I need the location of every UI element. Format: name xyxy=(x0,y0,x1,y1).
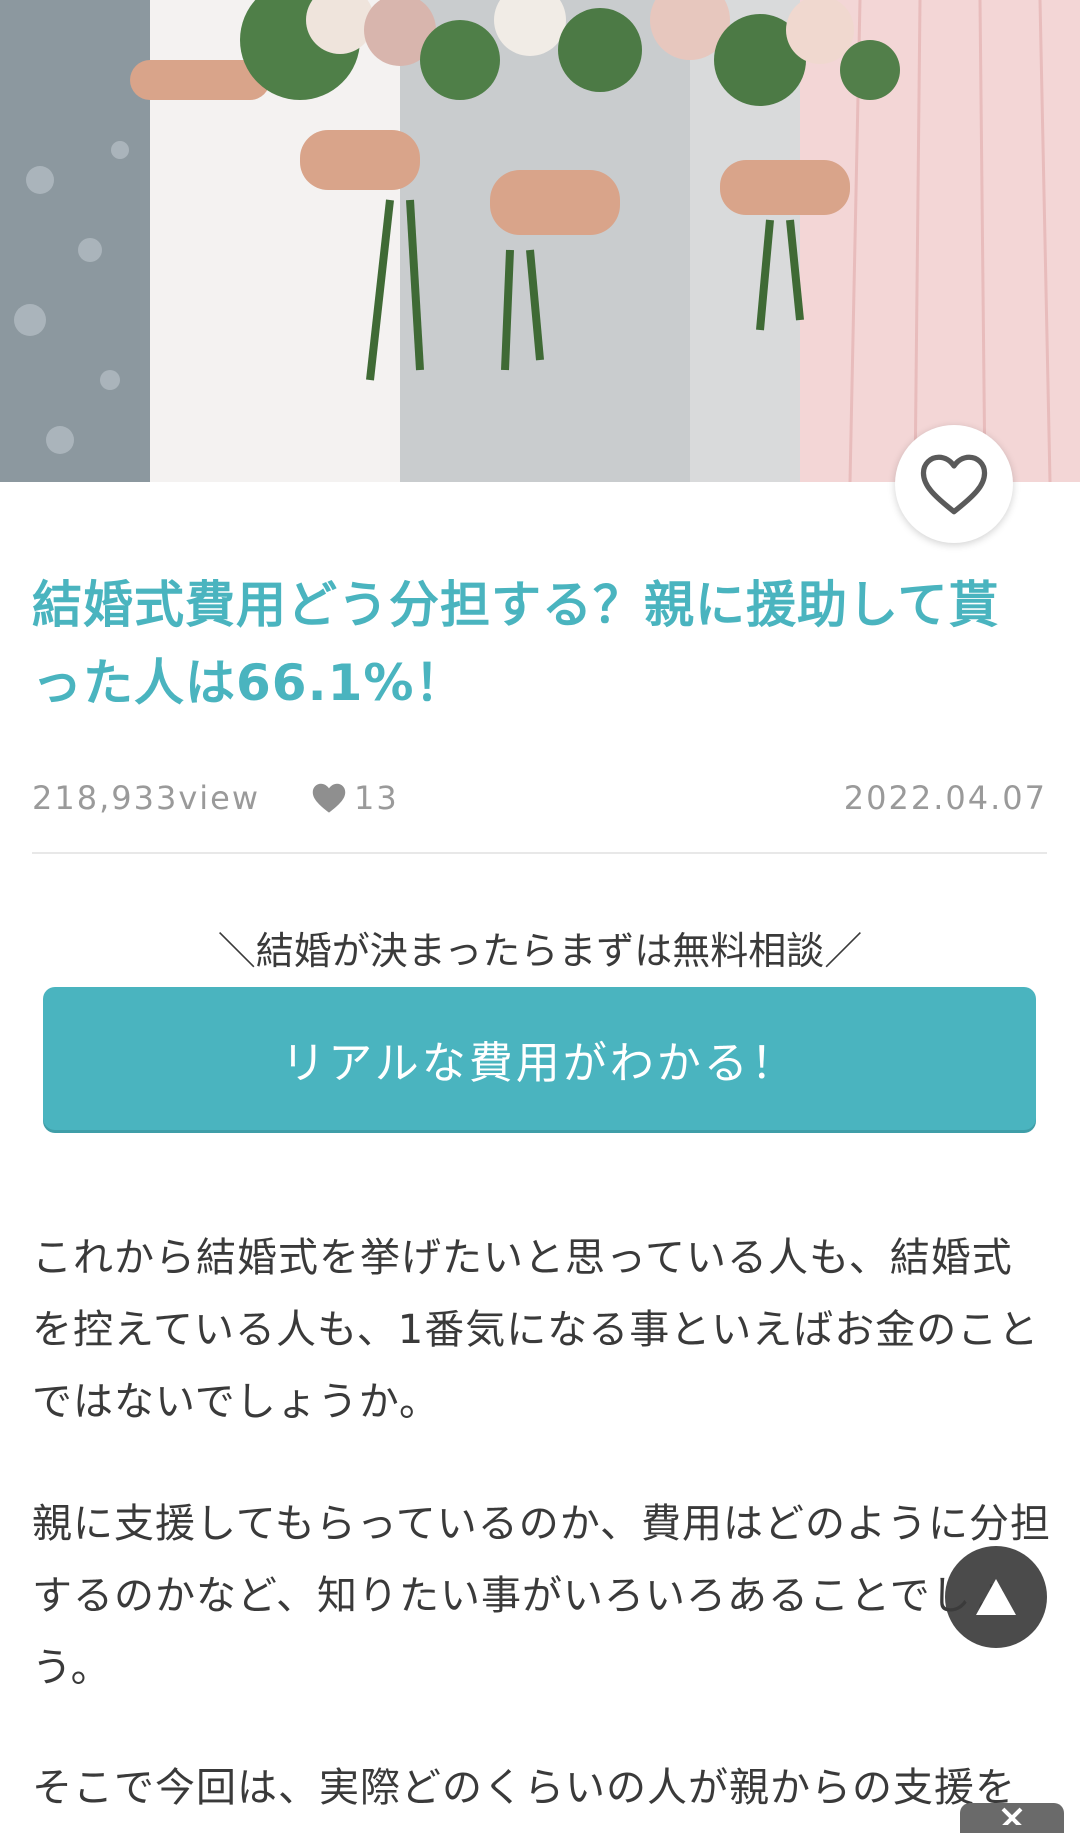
view-count: 218,933view xyxy=(32,779,261,817)
like-count: 13 xyxy=(354,779,399,817)
body-paragraph: 親に支援してもらっているのか、費用はどのように分担するのかなど、知りたい事がいろ… xyxy=(32,1501,1051,1691)
heart-outline-icon xyxy=(920,454,988,515)
hero-photo-illustration xyxy=(0,0,1080,482)
like-count-group: 13 xyxy=(310,779,399,817)
divider xyxy=(32,852,1047,854)
article-meta: 218,933view 13 2022.04.07 xyxy=(32,775,1047,825)
hero-image xyxy=(0,0,1080,482)
heart-filled-icon xyxy=(312,783,346,813)
cta-caption: ＼結婚が決まったらまずは無料相談／ xyxy=(217,929,863,973)
triangle-up-icon xyxy=(976,1579,1016,1615)
body-paragraph: これから結婚式を挙げたいと思っている人も、結婚式を控えている人も、1番気になる事… xyxy=(32,1235,1040,1425)
article-title: 結婚式費用どう分担する？親に援助して貰った人は66.1%！ xyxy=(32,576,1000,712)
consultation-cta-button[interactable]: リアルな費用がわかる！ xyxy=(43,987,1036,1130)
close-banner-button[interactable] xyxy=(960,1803,1064,1833)
publish-date: 2022.04.07 xyxy=(843,779,1047,817)
favorite-button[interactable] xyxy=(895,425,1013,543)
close-icon xyxy=(1001,1807,1023,1825)
body-paragraph: そこで今回は、実際どのくらいの人が親からの支援を xyxy=(32,1765,1016,1811)
scroll-to-top-button[interactable] xyxy=(945,1546,1047,1648)
